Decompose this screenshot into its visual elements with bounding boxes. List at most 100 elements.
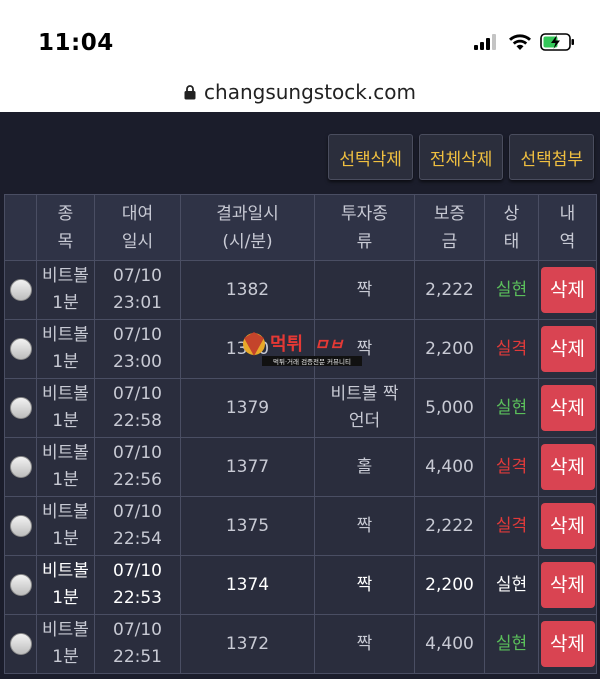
row-checkbox-cell[interactable] (4, 378, 37, 438)
deposit-cell: 2,222 (414, 260, 485, 320)
deposit-cell: 2,222 (414, 496, 485, 556)
system-icons (474, 33, 576, 51)
lock-icon (184, 84, 196, 99)
result-cell: 1375 (180, 496, 315, 556)
table-row: 비트볼 1분 07/10 23:00 1380 짝 2,200 실격 삭제 (4, 319, 597, 379)
table-row: 비트볼 1분 07/10 23:01 1382 짝 2,222 실현 삭제 (4, 260, 597, 320)
status-bar: 11:04 (0, 0, 600, 78)
row-checkbox[interactable] (9, 573, 32, 596)
row-checkbox-cell[interactable] (4, 437, 37, 497)
status-cell: 실현 (484, 614, 539, 674)
item-cell: 비트볼 1분 (36, 437, 95, 497)
bet-type-cell: 짝 (314, 555, 415, 615)
action-buttons: 선택삭제 전체삭제 선택첨부 (328, 134, 594, 180)
delete-button[interactable]: 삭제 (540, 326, 595, 372)
header-item: 종목 (36, 194, 95, 261)
deposit-cell: 4,400 (414, 437, 485, 497)
delete-button[interactable]: 삭제 (540, 385, 595, 431)
status-cell: 실현 (484, 260, 539, 320)
battery-charging-icon (540, 33, 574, 51)
item-cell: 비트볼 1분 (36, 260, 95, 320)
row-checkbox[interactable] (9, 632, 32, 655)
bet-type-cell: 짝 (314, 614, 415, 674)
signal-icon (474, 34, 496, 50)
status-time: 11:04 (38, 30, 114, 56)
header-status: 상태 (484, 194, 539, 261)
item-cell: 비트볼 1분 (36, 496, 95, 556)
row-checkbox[interactable] (9, 278, 32, 301)
row-checkbox-cell[interactable] (4, 319, 37, 379)
status-cell: 실현 (484, 555, 539, 615)
row-checkbox-cell[interactable] (4, 555, 37, 615)
result-cell: 1380 (180, 319, 315, 379)
rent-date-cell: 07/10 23:00 (94, 319, 181, 379)
rent-date-cell: 07/10 22:54 (94, 496, 181, 556)
header-bet-type: 투자종 류 (314, 194, 415, 261)
delete-cell: 삭제 (538, 378, 597, 438)
deposit-cell: 2,200 (414, 555, 485, 615)
delete-cell: 삭제 (538, 496, 597, 556)
deposit-cell: 2,200 (414, 319, 485, 379)
rent-date-cell: 07/10 22:58 (94, 378, 181, 438)
result-cell: 1374 (180, 555, 315, 615)
header-result-date: 결과일시 (시/분) (180, 194, 315, 261)
row-checkbox[interactable] (9, 396, 32, 419)
item-cell: 비트볼 1분 (36, 378, 95, 438)
bet-type-cell: 짝 (314, 496, 415, 556)
table-row: 비트볼 1분 07/10 22:56 1377 홀 4,400 실격 삭제 (4, 437, 597, 497)
header-rent-date: 대여 일시 (94, 194, 181, 261)
table-row: 비트볼 1분 07/10 22:53 1374 짝 2,200 실현 삭제 (4, 555, 597, 615)
row-checkbox-cell[interactable] (4, 614, 37, 674)
delete-button[interactable]: 삭제 (540, 444, 595, 490)
status-cell: 실현 (484, 378, 539, 438)
table-row: 비트볼 1분 07/10 22:58 1379 비트볼 짝 언더 5,000 실현 삭제 (4, 378, 597, 438)
betting-history-table: 종목 대여 일시 결과일시 (시/분) 투자종 류 보증 금 상태 내역 비트볼 1분 07… (4, 194, 597, 674)
betting-history-panel: 선택삭제 전체삭제 선택첨부 종목 대여 일시 결과일시 (시/분) 투자종 류 보증… (0, 112, 600, 679)
status-cell: 실격 (484, 496, 539, 556)
table-row: 비트볼 1분 07/10 22:54 1375 짝 2,222 실격 삭제 (4, 496, 597, 556)
delete-all-button[interactable]: 전체삭제 (418, 134, 504, 180)
bet-type-cell: 짝 (314, 260, 415, 320)
row-checkbox[interactable] (9, 514, 32, 537)
header-deposit: 보증 금 (414, 194, 485, 261)
delete-button[interactable]: 삭제 (540, 503, 595, 549)
delete-cell: 삭제 (538, 614, 597, 674)
item-cell: 비트볼 1분 (36, 555, 95, 615)
select-delete-button[interactable]: 선택삭제 (328, 134, 413, 180)
deposit-cell: 4,400 (414, 614, 485, 674)
rent-date-cell: 07/10 22:53 (94, 555, 181, 615)
bet-type-cell: 짝 (314, 319, 415, 379)
table-header-row: 종목 대여 일시 결과일시 (시/분) 투자종 류 보증 금 상태 내역 (4, 194, 597, 261)
status-cell: 실격 (484, 319, 539, 379)
row-checkbox-cell[interactable] (4, 260, 37, 320)
header-checkbox (4, 194, 37, 261)
table-row: 비트볼 1분 07/10 22:51 1372 짝 4,400 실현 삭제 (4, 614, 597, 674)
select-attach-button[interactable]: 선택첨부 (509, 134, 594, 180)
wifi-icon (509, 34, 531, 50)
browser-url-bar[interactable]: changsungstock.com (0, 72, 600, 112)
url-text: changsungstock.com (204, 80, 416, 104)
header-history: 내역 (538, 194, 597, 261)
deposit-cell: 5,000 (414, 378, 485, 438)
delete-cell: 삭제 (538, 555, 597, 615)
bet-type-cell: 비트볼 짝 언더 (314, 378, 415, 438)
delete-cell: 삭제 (538, 260, 597, 320)
rent-date-cell: 07/10 23:01 (94, 260, 181, 320)
result-cell: 1377 (180, 437, 315, 497)
rent-date-cell: 07/10 22:56 (94, 437, 181, 497)
rent-date-cell: 07/10 22:51 (94, 614, 181, 674)
delete-button[interactable]: 삭제 (540, 621, 595, 667)
item-cell: 비트볼 1분 (36, 614, 95, 674)
row-checkbox[interactable] (9, 455, 32, 478)
result-cell: 1382 (180, 260, 315, 320)
delete-cell: 삭제 (538, 437, 597, 497)
delete-button[interactable]: 삭제 (540, 267, 595, 313)
status-cell: 실격 (484, 437, 539, 497)
bet-type-cell: 홀 (314, 437, 415, 497)
delete-button[interactable]: 삭제 (540, 562, 595, 608)
row-checkbox[interactable] (9, 337, 32, 360)
delete-cell: 삭제 (538, 319, 597, 379)
item-cell: 비트볼 1분 (36, 319, 95, 379)
row-checkbox-cell[interactable] (4, 496, 37, 556)
result-cell: 1372 (180, 614, 315, 674)
